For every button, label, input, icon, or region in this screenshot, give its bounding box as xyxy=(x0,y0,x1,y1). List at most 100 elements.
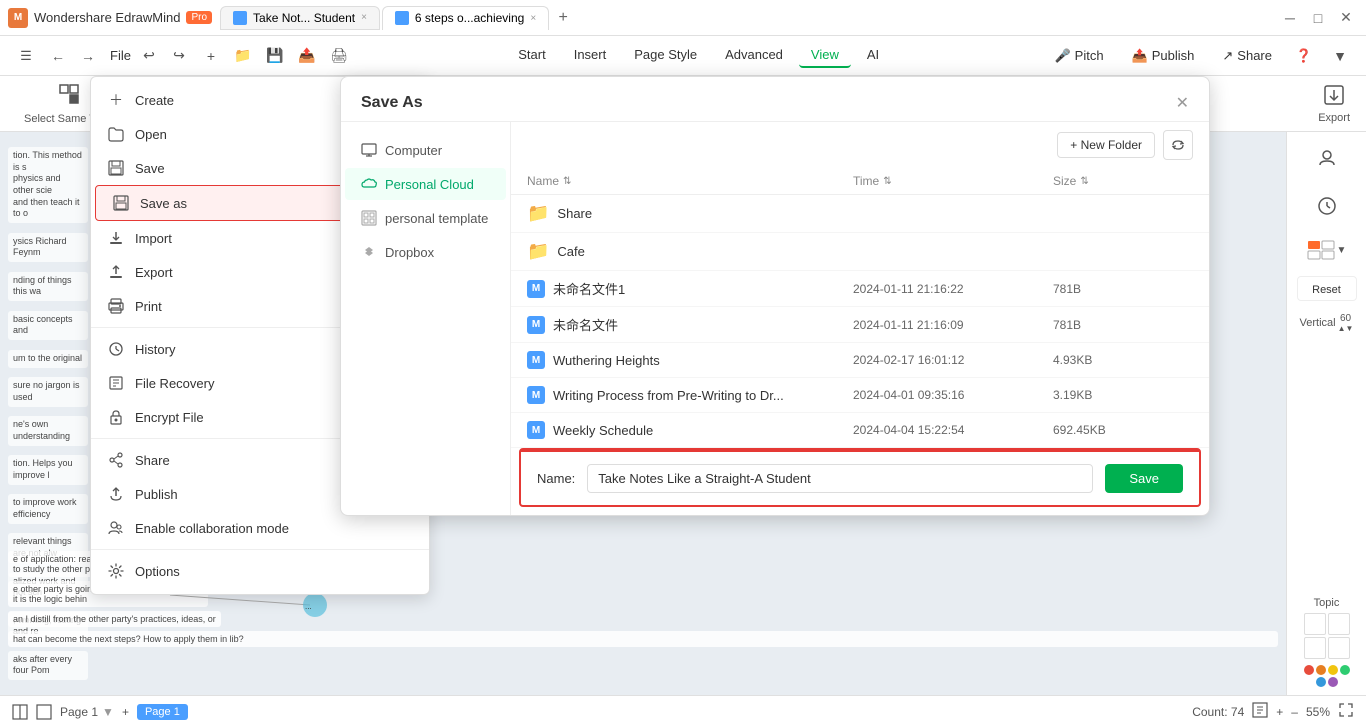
tab-1[interactable]: Take Not... Student × xyxy=(220,6,380,30)
layout-cell-1[interactable] xyxy=(1304,613,1326,635)
vertical-value: 60 xyxy=(1340,313,1351,324)
zoom-in-button[interactable]: + xyxy=(1276,705,1283,719)
menu-item-options[interactable]: Options xyxy=(91,554,429,588)
col-size: Size ⇅ xyxy=(1053,174,1173,188)
save-as-icon xyxy=(112,194,130,212)
tab-bar: Take Not... Student × 6 steps o...achiev… xyxy=(220,6,1270,30)
page-dropdown-icon[interactable]: ▼ xyxy=(102,705,114,719)
tab-add-button[interactable]: + xyxy=(551,6,575,30)
layout-selector[interactable]: ▼ xyxy=(1301,236,1353,264)
menu-ai[interactable]: AI xyxy=(855,43,891,68)
color-red[interactable] xyxy=(1304,665,1314,675)
fullscreen-toggle[interactable] xyxy=(36,704,52,720)
tab-2-close[interactable]: × xyxy=(530,13,536,24)
saveas-save-button[interactable]: Save xyxy=(1105,464,1183,493)
menu-advanced[interactable]: Advanced xyxy=(713,43,795,68)
right-panel: ▼ Reset Vertical 60 ▲▼ Topic xyxy=(1286,132,1366,695)
minimize-button[interactable]: ─ xyxy=(1278,6,1302,30)
saveas-name-input[interactable] xyxy=(587,464,1093,493)
pitch-label: Pitch xyxy=(1075,48,1104,63)
menu-page-style[interactable]: Page Style xyxy=(622,43,709,68)
col-name: Name ⇅ xyxy=(527,174,853,188)
file-row-cafe[interactable]: 📁 Cafe xyxy=(511,233,1209,271)
back-button[interactable]: ← xyxy=(44,42,72,70)
file-label-1: 未命名文件1 xyxy=(553,279,625,298)
color-blue[interactable] xyxy=(1316,677,1326,687)
file-label-5: Weekly Schedule xyxy=(553,423,653,438)
redo-button[interactable]: ↪ xyxy=(165,42,193,70)
saveas-file-toolbar: + New Folder xyxy=(511,122,1209,168)
open-button[interactable]: 📁 xyxy=(229,42,257,70)
zoom-out-button[interactable]: – xyxy=(1291,705,1298,719)
file-row-4[interactable]: M Writing Process from Pre-Writing to Dr… xyxy=(511,378,1209,413)
tab-2[interactable]: 6 steps o...achieving × xyxy=(382,6,549,30)
refresh-button[interactable] xyxy=(1163,130,1193,160)
maximize-button[interactable]: □ xyxy=(1306,6,1330,30)
print-button[interactable]: 🖨 xyxy=(325,42,353,70)
export-toolbar-button[interactable]: 📤 xyxy=(293,42,321,70)
layout-cell-2[interactable] xyxy=(1328,613,1350,635)
file-name-2: M 未命名文件 xyxy=(527,315,853,334)
saveas-table-header: Name ⇅ Time ⇅ Size ⇅ xyxy=(511,168,1209,195)
tab-1-label: Take Not... Student xyxy=(253,11,355,25)
help-button[interactable]: ❓ xyxy=(1290,42,1318,70)
menu-view[interactable]: View xyxy=(799,43,851,68)
publish-button[interactable]: 📤 Publish xyxy=(1122,44,1205,68)
layout-cell-4[interactable] xyxy=(1328,637,1350,659)
menu-start[interactable]: Start xyxy=(506,43,557,68)
share-button[interactable]: ↗ Share xyxy=(1212,44,1282,68)
saveas-nav-personal-cloud[interactable]: Personal Cloud xyxy=(345,168,506,200)
fullscreen-button[interactable] xyxy=(1338,702,1354,721)
file-row-3[interactable]: M Wuthering Heights 2024-02-17 16:01:12 … xyxy=(511,343,1209,378)
saveas-body: Computer Personal Cloud personal templat… xyxy=(341,122,1209,515)
file-row-share[interactable]: 📁 Share xyxy=(511,195,1209,233)
file-row-2[interactable]: M 未命名文件 2024-01-11 21:16:09 781B xyxy=(511,307,1209,343)
saveas-main: + New Folder Name ⇅ Time ⇅ Size ⇅ 📁 Shar… xyxy=(511,122,1209,515)
export-icon xyxy=(1323,84,1345,109)
clock-icon[interactable] xyxy=(1309,188,1345,224)
file-row-1[interactable]: M 未命名文件1 2024-01-11 21:16:22 781B xyxy=(511,271,1209,307)
color-green[interactable] xyxy=(1340,665,1350,675)
pitch-button[interactable]: 🎤 Pitch xyxy=(1044,44,1113,68)
save-button[interactable]: 💾 xyxy=(261,42,289,70)
app-icon: M xyxy=(8,8,28,28)
saveas-nav-personal-template[interactable]: personal template xyxy=(345,202,506,234)
file-size-4: 3.19KB xyxy=(1053,388,1173,402)
color-orange[interactable] xyxy=(1316,665,1326,675)
file-menu-label[interactable]: File xyxy=(110,48,131,63)
menu-item-collab[interactable]: Enable collaboration mode xyxy=(91,511,429,545)
share-icon: ↗ xyxy=(1222,48,1233,64)
encrypt-icon xyxy=(107,408,125,426)
fit-page-button[interactable] xyxy=(1252,702,1268,721)
page-info: Page 1 ▼ xyxy=(60,705,114,719)
file-row-5[interactable]: M Weekly Schedule 2024-04-04 15:22:54 69… xyxy=(511,413,1209,448)
sidebar-toggle-button[interactable]: ☰ xyxy=(12,42,40,70)
color-yellow[interactable] xyxy=(1328,665,1338,675)
tab-1-close[interactable]: × xyxy=(361,12,367,23)
settings-button[interactable]: ▼ xyxy=(1326,42,1354,70)
pro-badge: Pro xyxy=(186,11,212,24)
saveas-nav-computer[interactable]: Computer xyxy=(345,134,506,166)
export-button[interactable]: Export xyxy=(1318,84,1350,124)
computer-icon xyxy=(361,142,377,158)
saveas-close-button[interactable]: ✕ xyxy=(1176,93,1189,113)
active-page-tab[interactable]: Page 1 xyxy=(137,704,188,720)
forward-button[interactable]: → xyxy=(74,42,102,70)
layout-cell-3[interactable] xyxy=(1304,637,1326,659)
pitch-icon: 🎤 xyxy=(1054,48,1070,64)
user-settings-icon[interactable] xyxy=(1309,140,1345,176)
new-button[interactable]: + xyxy=(197,42,225,70)
undo-button[interactable]: ↩ xyxy=(135,42,163,70)
reset-button[interactable]: Reset xyxy=(1297,276,1357,301)
vertical-spinner[interactable]: 60 ▲▼ xyxy=(1338,313,1354,333)
template-icon xyxy=(361,210,377,226)
close-button[interactable]: ✕ xyxy=(1334,6,1358,30)
page-layout-toggle[interactable] xyxy=(12,704,28,720)
saveas-nav-dropbox[interactable]: Dropbox xyxy=(345,236,506,268)
saveas-dialog: Save As ✕ Computer Personal Cloud xyxy=(340,76,1210,516)
new-folder-button[interactable]: + New Folder xyxy=(1057,132,1155,158)
page-add-button[interactable]: + xyxy=(122,705,129,719)
menu-insert[interactable]: Insert xyxy=(562,43,619,68)
file-label-share: Share xyxy=(557,206,592,221)
color-purple[interactable] xyxy=(1328,677,1338,687)
